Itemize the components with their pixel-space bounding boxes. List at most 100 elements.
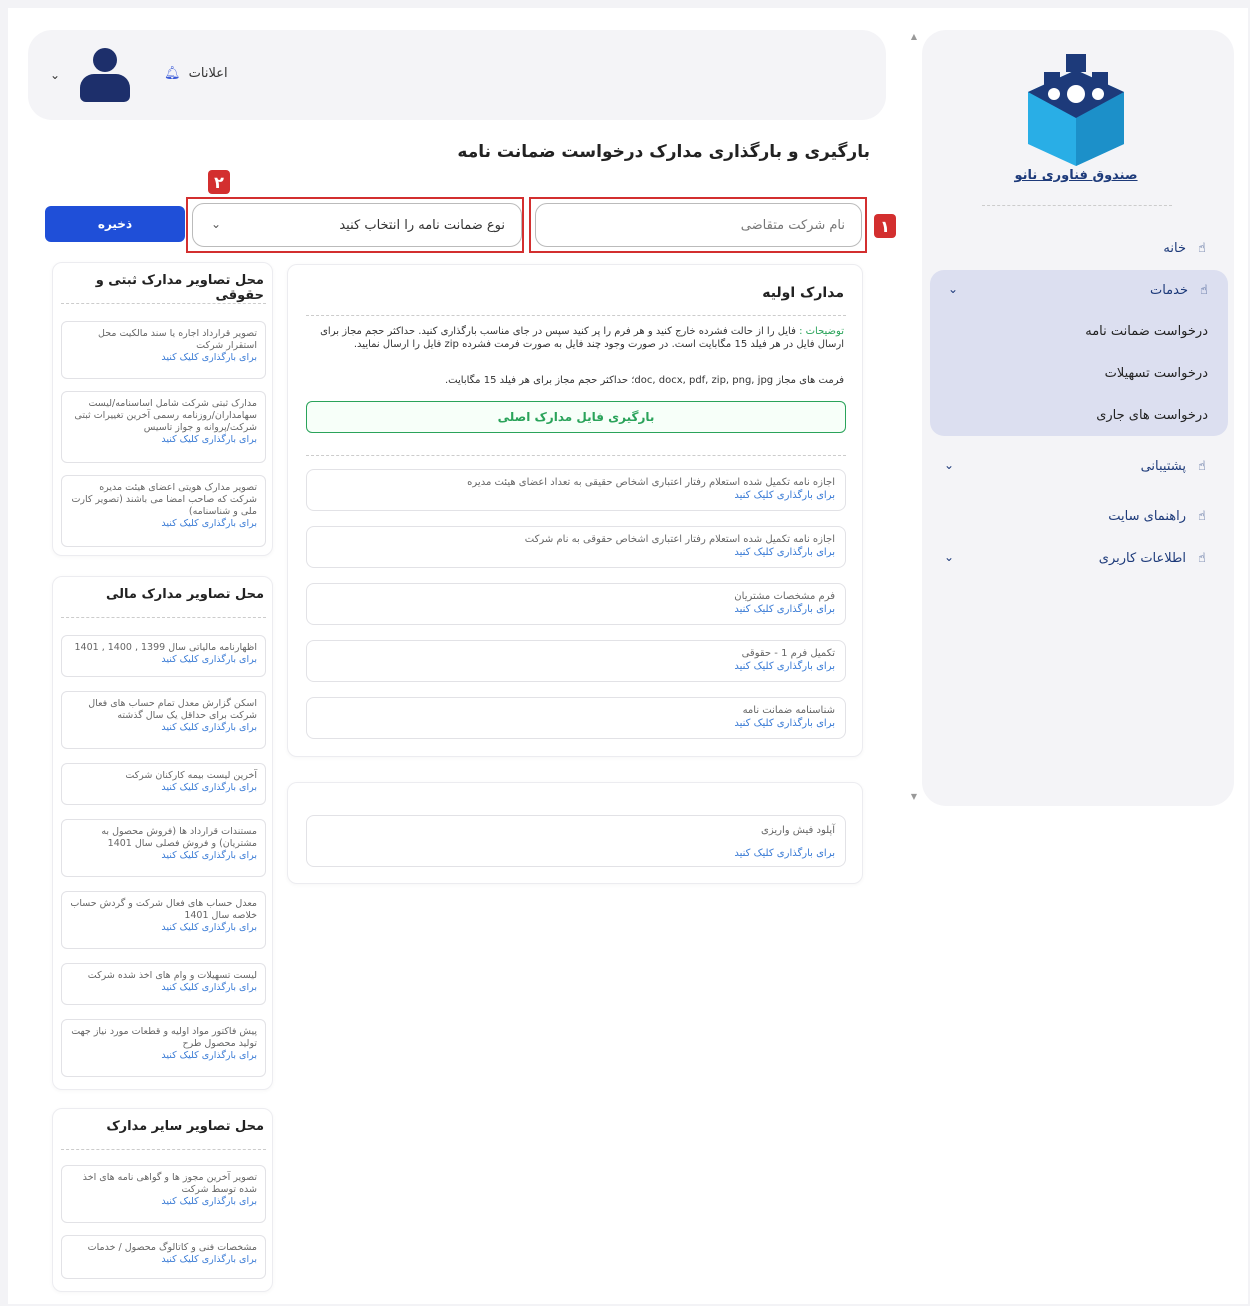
upload-item[interactable]: فرم مشخصات مشتریان برای بارگذاری کلیک کن… (306, 583, 846, 625)
sidebar-scrollbar[interactable]: ▲ ▼ (908, 30, 920, 806)
upload-link[interactable]: برای بارگذاری کلیک کنید (70, 922, 257, 934)
upload-link[interactable]: برای بارگذاری کلیک کنید (317, 489, 835, 502)
upload-item-label: لیست تسهیلات و وام های اخذ شده شرکت (87, 970, 257, 981)
top-header: ⌄ اعلانات 🔔︎ (28, 30, 886, 120)
page-title: بارگیری و بارگذاری مدارک درخواست ضمانت ن… (457, 142, 870, 162)
upload-item[interactable]: تصویر مدارک هویتی اعضای هیئت مدیره شرکت … (61, 475, 266, 547)
sidebar-item-user-info[interactable]: ☝ اطلاعات کاربری ⌄ (922, 538, 1234, 578)
upload-item[interactable]: شناسنامه ضمانت نامه برای بارگذاری کلیک ک… (306, 697, 846, 739)
upload-link[interactable]: برای بارگذاری کلیک کنید (70, 1254, 257, 1266)
upload-link[interactable]: برای بارگذاری کلیک کنید (70, 352, 257, 364)
upload-item[interactable]: اجازه نامه تکمیل شده استعلام رفتار اعتبا… (306, 469, 846, 511)
logo-icon (1028, 54, 1124, 166)
sidebar-item-home[interactable]: ☝ خانه (922, 228, 1234, 268)
sidebar-item-label: راهنمای سایت (1108, 508, 1186, 524)
annotation-box-2 (186, 197, 524, 253)
download-main-docs-button[interactable]: بارگیری فایل مدارک اصلی (306, 401, 846, 433)
instructions-body: فایل را از حالت فشرده خارج کنید و هر فرم… (320, 326, 844, 350)
upload-item[interactable]: تصویر آخرین مجوز ها و گواهی نامه های اخذ… (61, 1165, 266, 1223)
financial-documents-card: محل تصاویر مدارک مالی اظهارنامه مالیاتی … (52, 576, 273, 1090)
upload-item[interactable]: اسکن گزارش معدل تمام حساب های فعال شرکت … (61, 691, 266, 749)
upload-item[interactable]: اظهارنامه مالیاتی سال 1399 , 1400 , 1401… (61, 635, 266, 677)
upload-item-label: اجازه نامه تکمیل شده استعلام رفتار اعتبا… (524, 534, 835, 545)
upload-item-label: تصویر مدارک هویتی اعضای هیئت مدیره شرکت … (71, 482, 257, 517)
upload-item-label: تصویر آخرین مجوز ها و گواهی نامه های اخذ… (82, 1172, 257, 1195)
upload-item-label: اجازه نامه تکمیل شده استعلام رفتار اعتبا… (467, 477, 835, 488)
avatar[interactable] (80, 48, 130, 104)
logo[interactable]: صندوق فناوری نانو (1014, 50, 1138, 190)
scroll-up-icon[interactable]: ▲ (909, 32, 919, 42)
upload-item-label: فرم مشخصات مشتریان (734, 591, 835, 602)
upload-link[interactable]: برای بارگذاری کلیک کنید (317, 603, 835, 616)
upload-item-label: شناسنامه ضمانت نامه (742, 705, 835, 716)
services-submenu-block: ☝ خدمات ⌄ درخواست ضمانت نامه درخواست تسه… (930, 270, 1228, 436)
upload-link[interactable]: برای بارگذاری کلیک کنید (317, 546, 835, 559)
hand-icon: ☝ (1198, 508, 1206, 524)
instructions-label: توضیحات : (799, 326, 844, 337)
upload-item-label: آخرین لیست بیمه کارکنان شرکت (125, 770, 257, 781)
chevron-down-icon[interactable]: ⌄ (944, 550, 954, 564)
chevron-down-icon[interactable]: ⌄ (944, 458, 954, 472)
upload-item[interactable]: مستندات قرارداد ها (فروش محصول به مشتریا… (61, 819, 266, 877)
upload-item[interactable]: لیست تسهیلات و وام های اخذ شده شرکت برای… (61, 963, 266, 1005)
upload-link[interactable]: برای بارگذاری کلیک کنید (70, 518, 257, 530)
annotation-box-1 (529, 197, 867, 253)
financial-documents-title: محل تصاویر مدارک مالی (106, 587, 264, 602)
sidebar-item-label: خانه (1163, 240, 1186, 256)
sidebar-item-label: پشتیبانی (1140, 458, 1186, 474)
upload-link[interactable]: برای بارگذاری کلیک کنید (70, 1196, 257, 1208)
chevron-down-icon[interactable]: ⌄ (50, 68, 60, 82)
upload-link[interactable]: برای بارگذاری کلیک کنید (70, 782, 257, 794)
upload-link[interactable]: برای بارگذاری کلیک کنید (70, 434, 257, 446)
upload-link[interactable]: برای بارگذاری کلیک کنید (317, 717, 835, 730)
logo-text: صندوق فناوری نانو (1014, 168, 1138, 183)
hand-icon: ☝ (1198, 550, 1206, 566)
hand-icon: ☝ (1198, 240, 1206, 256)
upload-link[interactable]: برای بارگذاری کلیک کنید (317, 660, 835, 673)
upload-link[interactable]: برای بارگذاری کلیک کنید (70, 982, 257, 994)
upload-item-label: مدارک ثبتی شرکت شامل اساسنامه/لیست سهامد… (74, 398, 257, 433)
save-button[interactable]: ذخیره (45, 206, 185, 242)
sidebar-subitem-guarantee-request[interactable]: درخواست ضمانت نامه (930, 310, 1228, 352)
upload-item[interactable]: آخرین لیست بیمه کارکنان شرکت برای بارگذا… (61, 763, 266, 805)
receipt-card: آپلود فیش واریزی برای بارگذاری کلیک کنید (287, 782, 863, 884)
sidebar-item-services[interactable]: ☝ خدمات ⌄ (930, 270, 1228, 310)
upload-link[interactable]: برای بارگذاری کلیک کنید (70, 1050, 257, 1062)
upload-item-label: تصویر قرارداد اجاره یا سند مالکیت محل اس… (98, 328, 257, 351)
notifications-label: اعلانات (188, 66, 228, 81)
dashed-divider (306, 455, 846, 456)
upload-item[interactable]: پیش فاکتور مواد اولیه و قطعات مورد نیاز … (61, 1019, 266, 1077)
primary-documents-title: مدارک اولیه (762, 285, 844, 301)
upload-link[interactable]: برای بارگذاری کلیک کنید (317, 847, 835, 860)
upload-item[interactable]: اجازه نامه تکمیل شده استعلام رفتار اعتبا… (306, 526, 846, 568)
upload-link[interactable]: برای بارگذاری کلیک کنید (70, 722, 257, 734)
bell-icon: 🔔︎ (164, 66, 181, 81)
sidebar: صندوق فناوری نانو ☝ خدمات ⌄ درخواست ضمان… (922, 30, 1234, 806)
upload-item[interactable]: تکمیل فرم 1 - حقوقی برای بارگذاری کلیک ک… (306, 640, 846, 682)
hand-icon: ☝ (1200, 282, 1208, 298)
upload-item[interactable]: مشخصات فنی و کاتالوگ محصول / خدمات برای … (61, 1235, 266, 1279)
legal-documents-title: محل تصاویر مدارک ثبتی و حقوقی (95, 273, 264, 303)
annotation-number-2: ۲ (208, 170, 230, 194)
avatar-body (80, 74, 130, 102)
sidebar-item-label: خدمات (1149, 282, 1188, 298)
upload-link[interactable]: برای بارگذاری کلیک کنید (70, 654, 257, 666)
upload-item[interactable]: مدارک ثبتی شرکت شامل اساسنامه/لیست سهامد… (61, 391, 266, 463)
sidebar-subitem-facilities-request[interactable]: درخواست تسهیلات (930, 352, 1228, 394)
upload-item-label: مشخصات فنی و کاتالوگ محصول / خدمات (87, 1242, 257, 1253)
upload-item[interactable]: معدل حساب های فعال شرکت و گردش حساب خلاص… (61, 891, 266, 949)
upload-item[interactable]: تصویر قرارداد اجاره یا سند مالکیت محل اس… (61, 321, 266, 379)
upload-item-label: آپلود فیش واریزی (761, 825, 835, 836)
sidebar-item-support[interactable]: ☝ پشتیبانی ⌄ (922, 446, 1234, 486)
upload-link[interactable]: برای بارگذاری کلیک کنید (70, 850, 257, 862)
sidebar-subitem-current-requests[interactable]: درخواست های جاری (930, 394, 1228, 436)
upload-item-label: معدل حساب های فعال شرکت و گردش حساب خلاص… (70, 898, 257, 921)
upload-item-receipt[interactable]: آپلود فیش واریزی برای بارگذاری کلیک کنید (306, 815, 846, 867)
notifications-button[interactable]: اعلانات 🔔︎ (164, 66, 228, 81)
chevron-down-icon[interactable]: ⌄ (948, 282, 958, 296)
sidebar-item-site-guide[interactable]: ☝ راهنمای سایت (922, 496, 1234, 536)
allowed-formats-text: فرمت های مجاز doc, docx, pdf, zip, png, … (444, 375, 844, 386)
scroll-down-icon[interactable]: ▼ (909, 792, 919, 802)
legal-documents-card: محل تصاویر مدارک ثبتی و حقوقی تصویر قرار… (52, 262, 273, 556)
other-documents-card: محل تصاویر سایر مدارک تصویر آخرین مجوز ه… (52, 1108, 273, 1292)
